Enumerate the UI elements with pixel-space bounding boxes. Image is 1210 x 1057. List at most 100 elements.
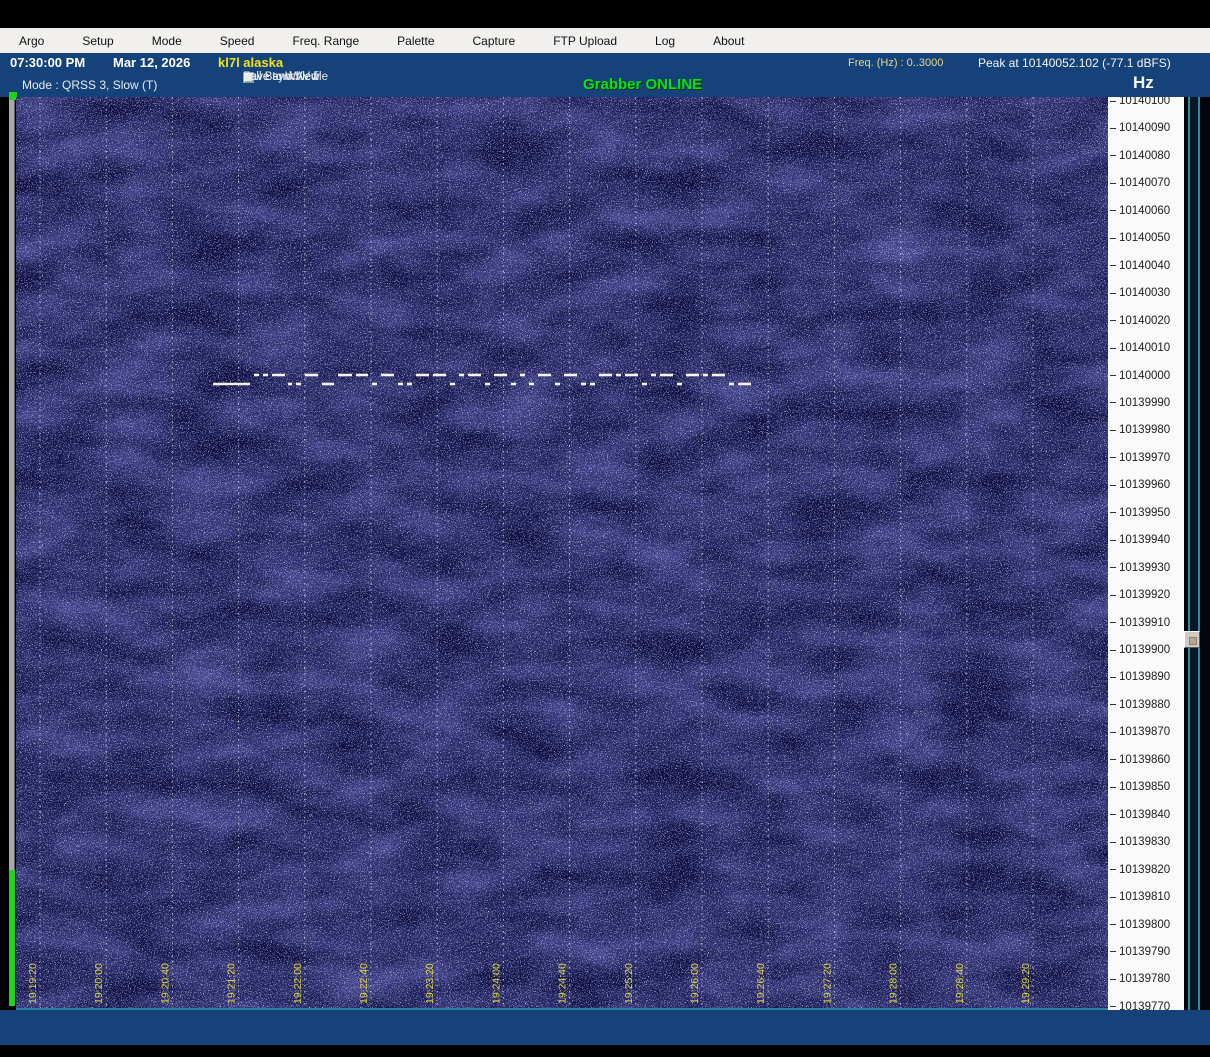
time-label: 19:22:00 (292, 963, 304, 1004)
freq-tick (1110, 896, 1116, 898)
waterfall-spectrogram[interactable]: 19:19:20 19:20:00 19:20:40 19:21:20 19:22:00… (16, 97, 1108, 1010)
menu-item[interactable]: Mode (133, 34, 201, 48)
freq-scale-row: 10139980 (1108, 424, 1170, 436)
freq-scale-row: 10139870 (1108, 726, 1170, 738)
freq-label: 10139930 (1119, 561, 1171, 574)
time-label: 19:20:00 (93, 963, 105, 1004)
menu-item[interactable]: About (694, 34, 763, 48)
mode-label: Mode : QRSS 3, Slow (T) (22, 78, 158, 92)
freq-label: 10139980 (1119, 424, 1171, 437)
menu-item[interactable]: Setup (63, 34, 132, 48)
freq-label: 10139860 (1119, 753, 1171, 766)
time-label: 19:20:40 (159, 963, 171, 1004)
freq-scale-row: 10139840 (1108, 809, 1170, 821)
peak-readout: Peak at 10140052.102 (-77.1 dBFS) (978, 56, 1171, 70)
menu-item[interactable]: Freq. Range (273, 34, 378, 48)
freq-tick (1110, 841, 1116, 843)
freq-tick (1110, 265, 1116, 267)
freq-label: 10139870 (1119, 726, 1171, 739)
menu-bar: Argo Setup Mode Speed Freq. Range Palette Capt… (0, 28, 1210, 53)
freq-tick (1110, 347, 1116, 349)
freq-tick (1110, 814, 1116, 816)
scrollbar-track[interactable] (1188, 97, 1200, 1010)
freq-label: 10139940 (1119, 534, 1171, 547)
freq-tick (1110, 594, 1116, 596)
freq-tick (1110, 704, 1116, 706)
freq-tick (1110, 1006, 1116, 1008)
freq-label: 10139970 (1119, 451, 1171, 464)
menu-item[interactable]: FTP Upload (534, 34, 636, 48)
time-label: 19:26:40 (755, 963, 767, 1004)
time-label: 19:24:00 (490, 963, 502, 1004)
freq-scale-row: 10139880 (1108, 699, 1170, 711)
time-label: 19:26:00 (689, 963, 701, 1004)
freq-label: 10140030 (1119, 287, 1171, 300)
freq-label: 10139850 (1119, 781, 1171, 794)
freq-scale-row: 10140070 (1108, 177, 1170, 189)
freq-tick (1110, 292, 1116, 294)
freq-tick (1110, 786, 1116, 788)
freq-label: 10140100 (1119, 97, 1171, 107)
time-label: 19:25:20 (623, 963, 635, 1004)
freq-label: 10140050 (1119, 232, 1171, 245)
freq-tick (1110, 731, 1116, 733)
freq-scale-row: 10139850 (1108, 781, 1170, 793)
time-label: 19:24:40 (557, 963, 569, 1004)
freq-scale-row: 10140000 (1108, 370, 1170, 382)
freq-scale-row: 10139770 (1108, 1001, 1170, 1010)
freq-label: 10139880 (1119, 698, 1171, 711)
freq-scale-row: 10140080 (1108, 150, 1170, 162)
freq-scale-row: 10139890 (1108, 671, 1170, 683)
freq-scale-row: 10139900 (1108, 644, 1170, 656)
menu-item[interactable]: Log (636, 34, 694, 48)
checkbox-label: Save synch'ed (243, 71, 318, 83)
freq-scale-row: 10140050 (1108, 232, 1170, 244)
freq-tick (1110, 182, 1116, 184)
freq-label: 10139960 (1119, 479, 1171, 492)
time-label: 19:27:20 (821, 963, 833, 1004)
menu-item[interactable]: Argo (0, 34, 63, 48)
freq-label: 10139810 (1119, 891, 1171, 904)
freq-scale-row: 10139930 (1108, 562, 1170, 574)
time-label: 19:28:00 (888, 963, 900, 1004)
freq-tick (1110, 759, 1116, 761)
freq-tick (1110, 127, 1116, 129)
clock-time: 07:30:00 PM (10, 55, 86, 70)
frequency-scrollbar[interactable] (1184, 97, 1210, 1010)
freq-scale-row: 10139910 (1108, 617, 1170, 629)
freq-range-label: Freq. (Hz) : 0..3000 (848, 57, 944, 69)
freq-tick (1110, 237, 1116, 239)
freq-label: 10139890 (1119, 671, 1171, 684)
freq-tick (1110, 155, 1116, 157)
freq-scale-row: 10140020 (1108, 315, 1170, 327)
freq-scale-row: 10139950 (1108, 507, 1170, 519)
freq-tick (1110, 978, 1116, 980)
freq-label: 10139990 (1119, 396, 1171, 409)
scrollbar-thumb[interactable] (1184, 631, 1200, 648)
freq-tick (1110, 100, 1116, 102)
freq-scale-row: 10139960 (1108, 479, 1170, 491)
time-label: 19:23:20 (424, 963, 436, 1004)
freq-scale-row: 10139990 (1108, 397, 1170, 409)
freq-label: 10140010 (1119, 342, 1171, 355)
clock-date: Mar 12, 2026 (113, 55, 191, 70)
freq-scale-row: 10139920 (1108, 589, 1170, 601)
freq-scale-row: 10140030 (1108, 287, 1170, 299)
info-bar: 07:30:00 PM Mar 12, 2026 kl7l alaska Fre… (0, 53, 1210, 73)
frequency-scale: 10140100 10140090 10140080 10140070 10140060… (1108, 97, 1184, 1010)
freq-tick (1110, 512, 1116, 514)
freq-label: 10139820 (1119, 863, 1171, 876)
freq-label: 10139920 (1119, 589, 1171, 602)
menu-item[interactable]: Palette (378, 34, 453, 48)
freq-tick (1110, 951, 1116, 953)
freq-tick (1110, 484, 1116, 486)
freq-scale-row: 10139830 (1108, 836, 1170, 848)
menu-item[interactable]: Capture (454, 34, 535, 48)
freq-label: 10139900 (1119, 644, 1171, 656)
mode-bar: Mode : QRSS 3, Slow (T) Full Band View Sa… (0, 71, 1210, 97)
freq-tick (1110, 567, 1116, 569)
freq-label: 10140070 (1119, 177, 1171, 190)
menu-item[interactable]: Speed (201, 34, 274, 48)
freq-scale-row: 10140100 (1108, 97, 1170, 107)
freq-tick (1110, 869, 1116, 871)
